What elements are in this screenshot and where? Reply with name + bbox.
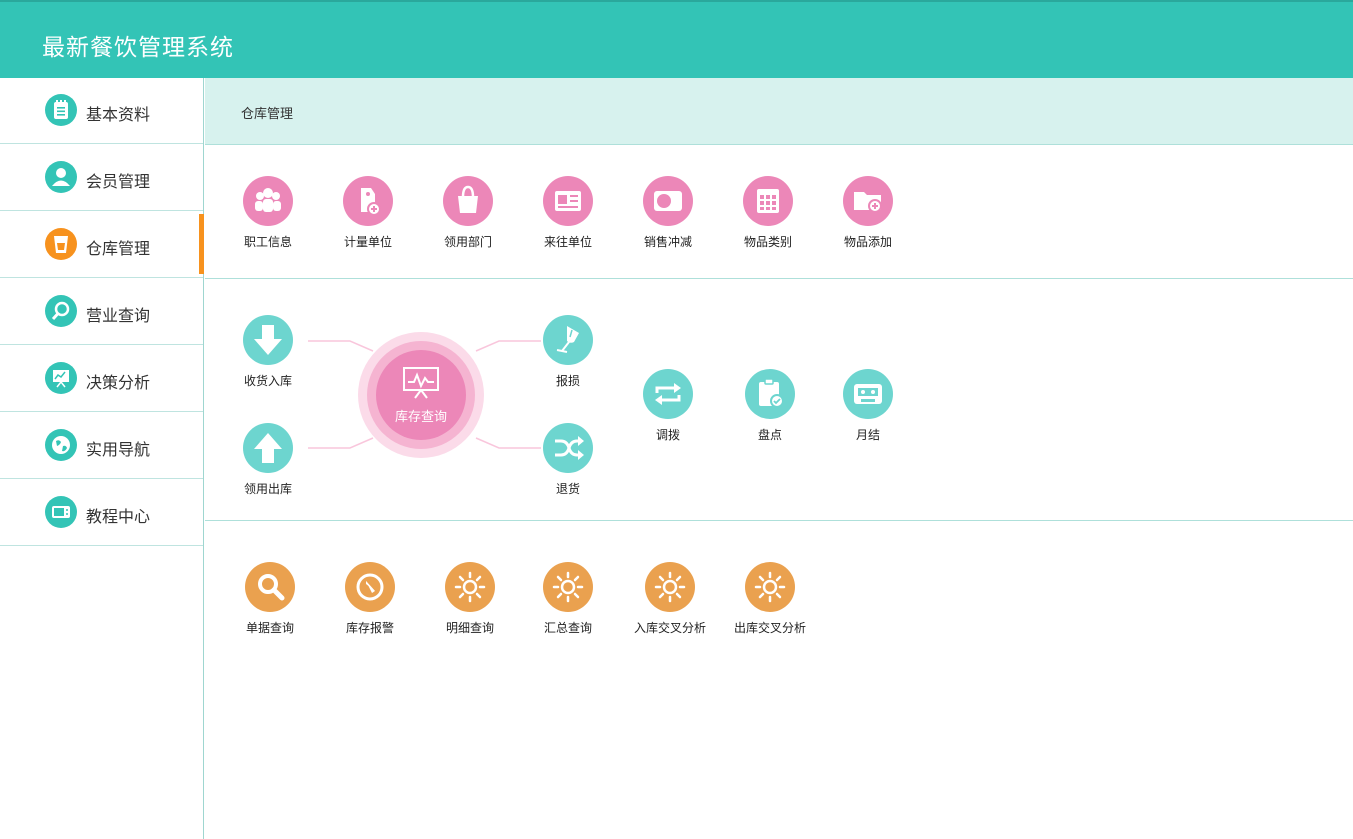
active-indicator: [199, 214, 204, 274]
tile-item-add[interactable]: 物品添加: [828, 176, 908, 256]
tile-partner[interactable]: 来往单位: [528, 176, 608, 256]
arrow-down-icon: [243, 315, 293, 365]
sun-icon: [745, 562, 795, 612]
tile-transfer[interactable]: 调拨: [628, 369, 708, 449]
id-card-icon: [543, 176, 593, 226]
sun-icon: [445, 562, 495, 612]
toggle-card-icon: [643, 176, 693, 226]
tile-stocktake[interactable]: 盘点: [730, 369, 810, 449]
tile-label: 职工信息: [243, 235, 292, 249]
presentation-chart-icon: [45, 362, 77, 394]
sidebar-item-basic-info[interactable]: 基本资料: [0, 78, 203, 144]
tile-return[interactable]: 退货: [528, 423, 608, 503]
tile-label: 库存报警: [345, 621, 394, 635]
tile-staff-info[interactable]: 职工信息: [228, 176, 308, 256]
tile-label: 盘点: [757, 428, 782, 442]
sun-icon: [543, 562, 593, 612]
monitor-chart-icon: [403, 367, 439, 399]
sidebar-item-navigation[interactable]: 实用导航: [0, 413, 203, 479]
tile-label: 汇总查询: [543, 621, 592, 635]
tile-month-end[interactable]: 月结: [828, 369, 908, 449]
video-icon: [45, 496, 77, 528]
tile-label: 物品添加: [843, 235, 892, 249]
clipboard-check-icon: [745, 369, 795, 419]
folder-add-icon: [843, 176, 893, 226]
tile-item-category[interactable]: 物品类别: [728, 176, 808, 256]
tile-label: 报损: [555, 374, 580, 388]
sidebar-item-label: 营业查询: [86, 306, 151, 325]
tile-sales-offset[interactable]: 销售冲减: [628, 176, 708, 256]
globe-icon: [45, 429, 77, 461]
breadcrumb: 仓库管理: [241, 107, 294, 122]
compass-icon: [345, 562, 395, 612]
tile-label: 领用出库: [243, 482, 292, 496]
sidebar-item-business-query[interactable]: 营业查询: [0, 279, 203, 345]
shopping-bag-icon: [443, 176, 493, 226]
sidebar: 基本资料 会员管理 仓库管理 营业查询 决策分析 实用导航 教程中心: [0, 78, 204, 839]
sidebar-item-label: 会员管理: [86, 172, 151, 191]
sidebar-item-decision[interactable]: 决策分析: [0, 346, 203, 412]
tile-label: 退货: [555, 482, 580, 496]
hub-inventory-query[interactable]: 库存查询: [358, 332, 484, 458]
tile-stock-alert[interactable]: 库存报警: [330, 562, 410, 642]
arrow-up-icon: [243, 423, 293, 473]
sidebar-item-label: 基本资料: [86, 105, 151, 124]
section-divider: [205, 278, 1353, 279]
tile-outbound-cross-analysis[interactable]: 出库交叉分析: [730, 562, 810, 642]
breadcrumb-bar: 仓库管理: [205, 78, 1353, 145]
tile-label: 调拨: [655, 428, 680, 442]
tile-label: 收货入库: [243, 374, 292, 388]
tag-add-icon: [343, 176, 393, 226]
sidebar-item-member[interactable]: 会员管理: [0, 145, 203, 211]
section-divider: [205, 520, 1353, 521]
cassette-icon: [843, 369, 893, 419]
tile-label: 来往单位: [543, 235, 592, 249]
sidebar-item-tutorial[interactable]: 教程中心: [0, 480, 203, 546]
user-icon: [45, 161, 77, 193]
calendar-grid-icon: [743, 176, 793, 226]
tile-summary-query[interactable]: 汇总查询: [528, 562, 608, 642]
sun-icon: [645, 562, 695, 612]
sidebar-item-label: 实用导航: [86, 440, 151, 459]
sidebar-item-label: 决策分析: [86, 373, 151, 392]
tile-label: 单据查询: [245, 621, 294, 635]
tile-unit[interactable]: 计量单位: [328, 176, 408, 256]
top-header: 最新餐饮管理系统: [0, 0, 1353, 78]
tile-label: 物品类别: [743, 235, 792, 249]
shuffle-icon: [543, 423, 593, 473]
tile-requisition-outbound[interactable]: 领用出库: [228, 423, 308, 503]
tile-inbound-cross-analysis[interactable]: 入库交叉分析: [630, 562, 710, 642]
staff-group-icon: [243, 176, 293, 226]
tile-label: 明细查询: [445, 621, 494, 635]
tile-label: 入库交叉分析: [633, 621, 706, 635]
broken-glass-icon: [543, 315, 593, 365]
tile-document-query[interactable]: 单据查询: [230, 562, 310, 642]
search-icon: [245, 562, 295, 612]
notepad-icon: [45, 94, 77, 126]
tile-label: 领用部门: [443, 235, 492, 249]
transfer-arrows-icon: [643, 369, 693, 419]
cup-icon: [45, 228, 77, 260]
sidebar-item-warehouse[interactable]: 仓库管理: [0, 212, 204, 278]
tile-label: 计量单位: [343, 235, 392, 249]
tile-label: 月结: [855, 428, 880, 442]
main-content: 仓库管理 职工信息 计量单位 领用部门 来往单位 销售冲减 物品类别 物品添加 …: [205, 78, 1353, 839]
tile-receive-inbound[interactable]: 收货入库: [228, 315, 308, 395]
hub-label: 库存查询: [394, 410, 447, 425]
tile-department[interactable]: 领用部门: [428, 176, 508, 256]
sidebar-item-label: 仓库管理: [86, 239, 151, 258]
tile-label: 销售冲减: [643, 235, 692, 249]
tile-detail-query[interactable]: 明细查询: [430, 562, 510, 642]
tile-loss[interactable]: 报损: [528, 315, 608, 395]
app-title: 最新餐饮管理系统: [42, 35, 234, 61]
magnifier-icon: [45, 295, 77, 327]
tile-label: 出库交叉分析: [733, 621, 806, 635]
sidebar-item-label: 教程中心: [86, 507, 151, 526]
